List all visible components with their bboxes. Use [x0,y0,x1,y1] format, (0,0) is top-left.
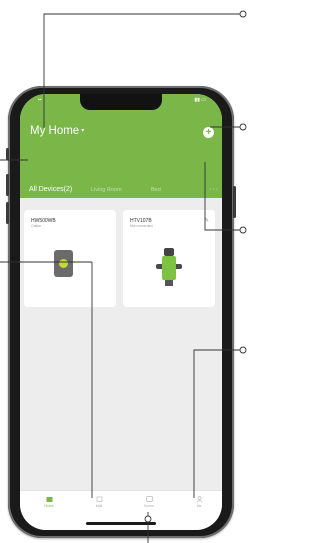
water-timer-icon [156,244,182,286]
nav-label-scene: Scene [144,504,154,508]
tab-all-devices[interactable]: All Devices(2) [29,186,72,193]
home-title: My Home [30,125,80,137]
shop-icon [96,496,102,502]
mute-switch [6,148,9,160]
chevron-down-icon: ▾ [81,128,85,135]
person-icon [196,496,202,502]
device-card-timer[interactable]: HTV107B Not connected ✎ [123,210,215,307]
tab-living-room[interactable]: Living Room [91,187,122,193]
nav-label-home: Home [44,504,54,508]
volume-up-button [6,174,9,196]
callout-dot-me [239,346,247,354]
house-icon [46,497,52,502]
home-indicator [86,522,156,525]
room-tabs: All Devices(2) Living Room Bed ··· [29,186,219,198]
nav-item-scene[interactable]: Scene [134,496,164,508]
nav-item-me[interactable]: Me [184,496,214,508]
gateway-hub-icon [54,250,73,277]
device-card-hub[interactable]: HW500WB Online [24,210,116,307]
tab-bed[interactable]: Bed [151,187,161,193]
more-tabs-icon[interactable]: ··· [209,186,219,193]
timer-cap [164,248,174,256]
nav-label-me: Me [196,504,202,508]
nav-item-mall[interactable]: Mall [84,496,114,508]
phone-frame: ▪▪ ▮▮ ▭ My Home ▾ + All Devices(2) Living… [6,86,236,538]
power-button [233,186,236,218]
timer-foot [165,280,173,286]
phone-notch [80,94,162,110]
status-icons: ▮▮ ▭ [194,97,206,103]
callout-dot-title [239,10,247,18]
scene-icon [145,496,153,502]
device-status: Not connected [130,224,153,228]
nav-item-home[interactable]: Home [34,496,64,508]
edit-icon[interactable]: ✎ [204,217,209,224]
callout-dot-more [239,226,247,234]
status-time: ▪▪ [38,97,42,103]
nav-label-mall: Mall [95,504,103,508]
timer-body [162,256,176,280]
callout-dot-add [239,123,247,131]
screenshot-stage: ▪▪ ▮▮ ▭ My Home ▾ + All Devices(2) Living… [0,0,250,543]
home-selector[interactable]: My Home ▾ [30,125,84,137]
volume-down-button [6,202,9,224]
device-status: Online [31,224,42,228]
add-device-button[interactable]: + [203,127,214,138]
app-screen: ▪▪ ▮▮ ▭ My Home ▾ + All Devices(2) Living… [20,94,222,530]
